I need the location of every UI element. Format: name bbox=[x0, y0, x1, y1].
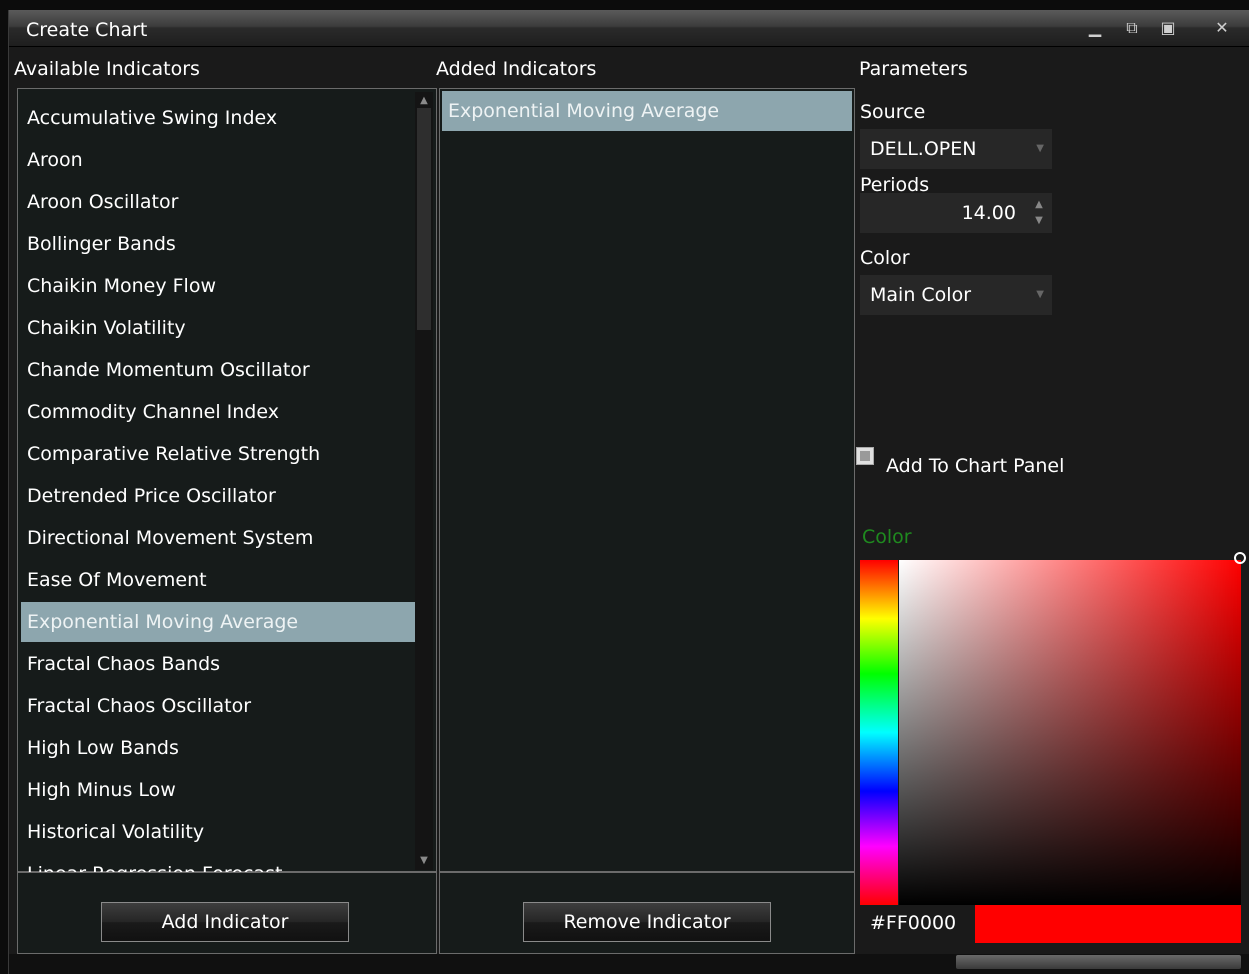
periods-value: 14.00 bbox=[961, 202, 1016, 224]
available-indicators-heading: Available Indicators bbox=[14, 58, 200, 80]
indicator-list-item[interactable]: High Low Bands bbox=[21, 728, 419, 768]
title-bar[interactable]: Create Chart ▁ ⧉ ▣ ✕ bbox=[9, 10, 1249, 47]
indicator-list-item[interactable]: Comparative Relative Strength bbox=[21, 434, 419, 474]
scroll-up-icon[interactable]: ▲ bbox=[417, 94, 431, 108]
color-picker-label: Color bbox=[862, 526, 912, 548]
restore-icon[interactable]: ⧉ bbox=[1121, 18, 1143, 38]
color-dropdown[interactable]: Main Color ▼ bbox=[860, 275, 1052, 315]
added-indicator-item[interactable]: Exponential Moving Average bbox=[442, 91, 852, 131]
add-to-chart-panel-label: Add To Chart Panel bbox=[886, 455, 1065, 477]
color-label: Color bbox=[860, 247, 910, 269]
minimize-icon[interactable]: ▁ bbox=[1084, 18, 1106, 38]
saturation-value-picker[interactable] bbox=[899, 560, 1241, 905]
vertical-scrollbar[interactable]: ▲ ▼ bbox=[415, 92, 433, 870]
indicator-list-item[interactable]: Fractal Chaos Oscillator bbox=[21, 686, 419, 726]
chevron-down-icon: ▼ bbox=[1036, 143, 1044, 154]
available-indicators-list[interactable]: Accumulative Swing Index Aroon Aroon Oscil… bbox=[21, 92, 437, 876]
scrollbar-thumb[interactable] bbox=[417, 108, 431, 330]
hue-slider[interactable] bbox=[860, 560, 898, 905]
color-picker-handle[interactable] bbox=[1234, 552, 1246, 564]
indicator-list-item[interactable]: Aroon bbox=[21, 140, 419, 180]
indicator-list-item[interactable]: Accumulative Swing Index bbox=[21, 98, 419, 138]
indicator-list-item[interactable]: Aroon Oscillator bbox=[21, 182, 419, 222]
window-title: Create Chart bbox=[26, 19, 148, 41]
indicator-list-item[interactable]: Fractal Chaos Bands bbox=[21, 644, 419, 684]
added-indicators-heading: Added Indicators bbox=[436, 58, 597, 80]
source-dropdown[interactable]: DELL.OPEN ▼ bbox=[860, 129, 1052, 169]
indicator-list-item[interactable]: High Minus Low bbox=[21, 770, 419, 810]
add-to-chart-panel-checkbox[interactable] bbox=[856, 447, 874, 465]
increment-icon[interactable]: ▲ bbox=[1032, 198, 1046, 212]
color-value: Main Color bbox=[870, 284, 972, 306]
indicator-list-item[interactable]: Chande Momentum Oscillator bbox=[21, 350, 419, 390]
parameters-heading: Parameters bbox=[859, 58, 968, 80]
remove-button-bar: Remove Indicator bbox=[439, 872, 855, 954]
indicator-list-item[interactable]: Commodity Channel Index bbox=[21, 392, 419, 432]
indicator-list-item[interactable]: Ease Of Movement bbox=[21, 560, 419, 600]
source-label: Source bbox=[860, 101, 926, 123]
chevron-down-icon: ▼ bbox=[1036, 289, 1044, 300]
horizontal-scrollbar[interactable] bbox=[956, 955, 1241, 969]
indicator-list-item[interactable]: Historical Volatility bbox=[21, 812, 419, 852]
indicator-list-item[interactable]: Detrended Price Oscillator bbox=[21, 476, 419, 516]
color-swatch bbox=[975, 905, 1241, 943]
hex-color-value: #FF0000 bbox=[870, 912, 957, 934]
periods-stepper[interactable]: 14.00 ▲ ▼ bbox=[860, 193, 1052, 233]
source-value: DELL.OPEN bbox=[870, 138, 977, 160]
indicator-list-item[interactable]: Bollinger Bands bbox=[21, 224, 419, 264]
indicator-list-item[interactable]: Chaikin Money Flow bbox=[21, 266, 419, 306]
indicator-list-item[interactable]: Directional Movement System bbox=[21, 518, 419, 558]
indicator-list-item[interactable]: Chaikin Volatility bbox=[21, 308, 419, 348]
added-indicators-panel: Exponential Moving Average bbox=[439, 88, 855, 872]
scroll-down-icon[interactable]: ▼ bbox=[417, 854, 431, 868]
maximize-icon[interactable]: ▣ bbox=[1157, 18, 1179, 38]
decrement-icon[interactable]: ▼ bbox=[1032, 214, 1046, 228]
close-icon[interactable]: ✕ bbox=[1211, 18, 1233, 38]
add-indicator-button[interactable]: Add Indicator bbox=[101, 902, 349, 942]
remove-indicator-button[interactable]: Remove Indicator bbox=[523, 902, 771, 942]
indicator-list-item[interactable]: Exponential Moving Average bbox=[21, 602, 419, 642]
add-button-bar: Add Indicator bbox=[17, 872, 437, 954]
